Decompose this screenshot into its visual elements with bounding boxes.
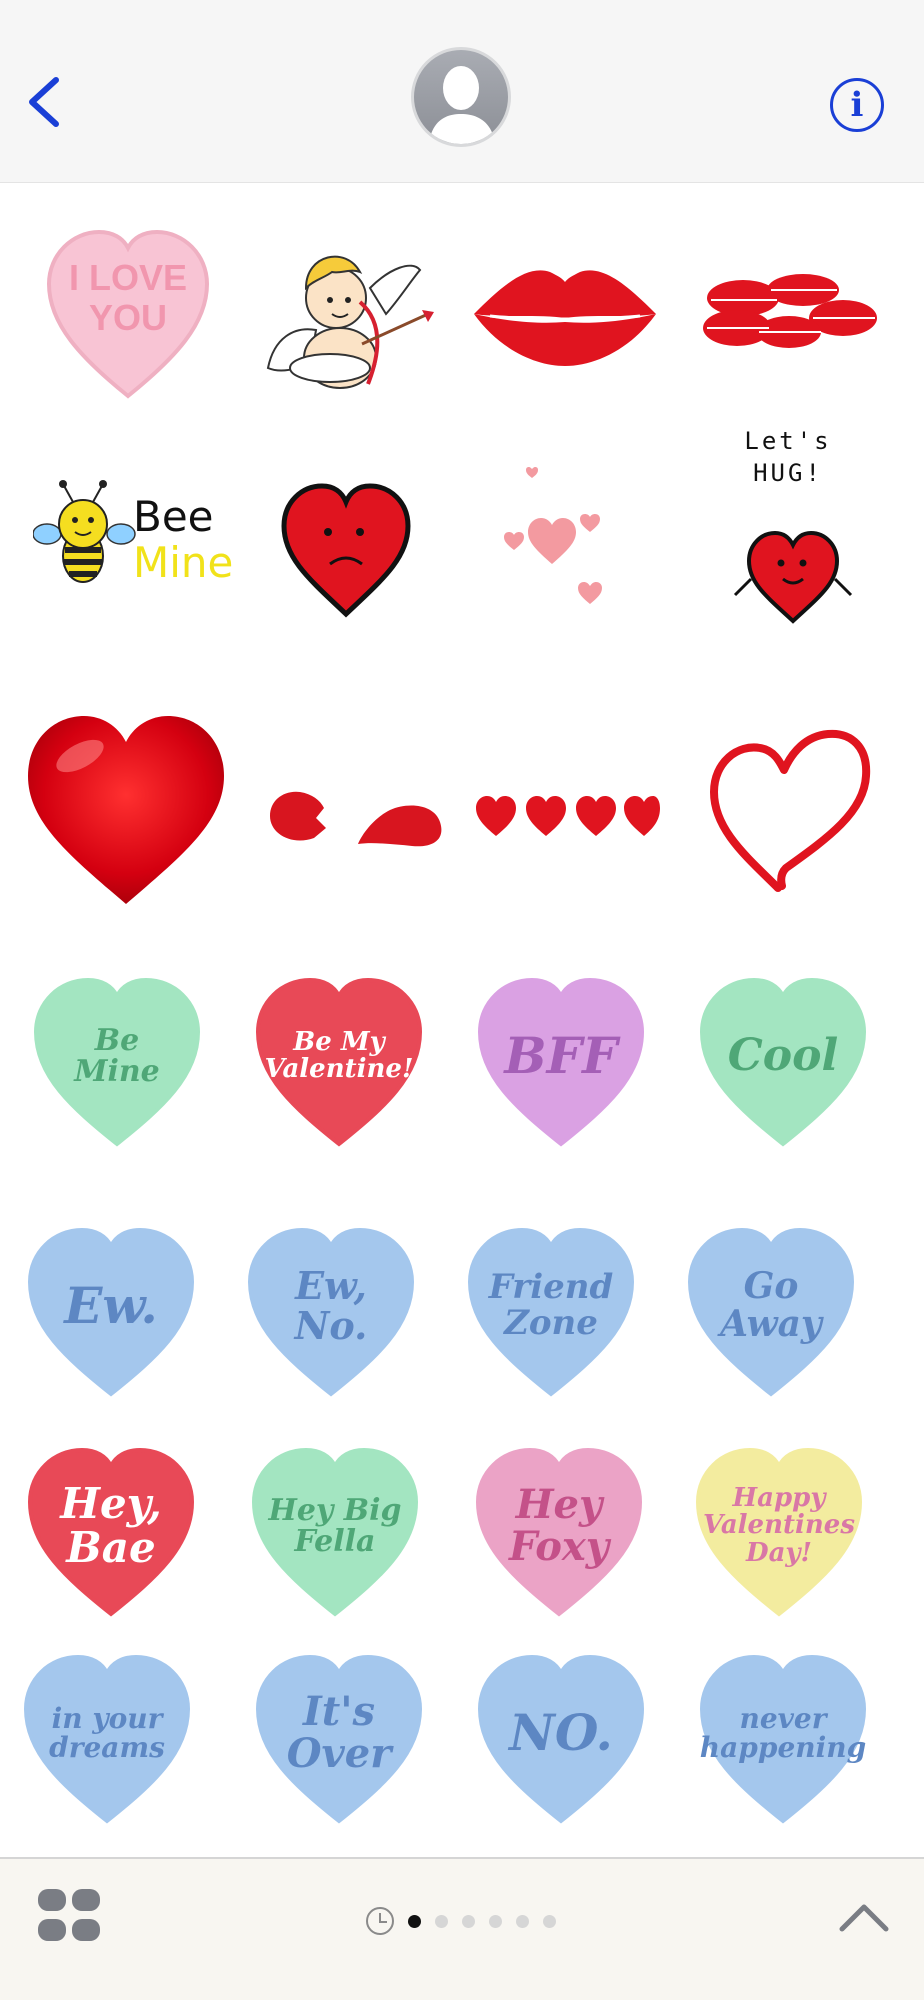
candy-heart-hey-bae[interactable]: Hey, Bae xyxy=(16,1438,206,1628)
person-silhouette-icon xyxy=(428,66,496,144)
hearts-icon xyxy=(504,467,602,604)
candy-heart-be-mine[interactable]: Be Mine xyxy=(22,968,212,1158)
sticker-sad-heart[interactable] xyxy=(270,462,460,652)
info-icon: i xyxy=(850,85,864,125)
sticker-floating-hearts[interactable] xyxy=(470,440,660,630)
candy-heart-no[interactable]: NO. xyxy=(466,1645,656,1835)
info-button[interactable]: i xyxy=(830,78,884,132)
candy-heart-ew[interactable]: Ew. xyxy=(16,1218,206,1408)
contact-avatar[interactable] xyxy=(411,47,511,147)
bee-word-2: Mine xyxy=(133,538,234,587)
app-grid-tile xyxy=(72,1889,100,1911)
sticker-cupid[interactable] xyxy=(250,218,440,408)
big-heart-icon xyxy=(28,716,224,904)
candy-heart-never-happening[interactable]: never happening xyxy=(688,1645,878,1835)
page-dot[interactable] xyxy=(543,1915,556,1928)
outline-heart-icon xyxy=(710,729,871,892)
candy-heart-text: Hey Big Fella xyxy=(268,1492,402,1559)
candy-heart-be-my-valentine[interactable]: Be My Valentine! xyxy=(244,968,434,1158)
sticker-four-hearts[interactable] xyxy=(470,718,660,908)
candy-heart-text: Hey, Bae xyxy=(60,1478,162,1572)
sticker-kisses[interactable] xyxy=(693,218,883,408)
app-grid-tile xyxy=(38,1919,66,1941)
sticker-lets-hug[interactable]: Let's HUG! xyxy=(693,425,883,624)
candy-heart-text: BFF xyxy=(504,1025,618,1085)
sticker-bee-mine[interactable]: Bee Mine xyxy=(33,440,234,630)
page-dot[interactable] xyxy=(435,1915,448,1928)
expand-button[interactable] xyxy=(838,1899,890,1935)
candy-heart-text: NO. xyxy=(509,1702,613,1762)
candy-heart-text: Go Away xyxy=(720,1265,822,1345)
candy-heart-text: Be My Valentine! xyxy=(264,1026,414,1084)
sticker-i-love-you[interactable]: I LOVE YOU xyxy=(33,218,223,408)
app-drawer-bar xyxy=(0,1857,924,2000)
app-grid-tile xyxy=(72,1919,100,1941)
conversation-header: i xyxy=(0,0,924,183)
kisses-icon xyxy=(703,274,877,348)
page-dot[interactable] xyxy=(516,1915,529,1928)
sad-heart-icon xyxy=(281,483,411,618)
chevron-left-icon xyxy=(29,77,59,127)
candy-heart-text: Hey Foxy xyxy=(509,1481,609,1570)
candy-heart-hey-big-fella[interactable]: Hey Big Fella xyxy=(240,1438,430,1628)
page-dot[interactable] xyxy=(462,1915,475,1928)
candy-heart-in-your-dreams[interactable]: in your dreams xyxy=(12,1645,202,1835)
sticker-big-red-heart[interactable] xyxy=(22,708,232,918)
clock-icon[interactable] xyxy=(366,1907,394,1935)
candy-heart-hey-foxy[interactable]: Hey Foxy xyxy=(464,1438,654,1628)
chevron-up-icon xyxy=(839,1904,889,1932)
page-dot[interactable] xyxy=(489,1915,502,1928)
bee-word-1: Bee xyxy=(133,492,214,541)
candy-heart-its-over[interactable]: It's Over xyxy=(244,1645,434,1835)
candy-heart-ew-no[interactable]: Ew, No. xyxy=(236,1218,426,1408)
broken-heart-icon xyxy=(270,791,442,847)
cupid-icon xyxy=(266,255,434,389)
candy-heart-cool[interactable]: Cool xyxy=(688,968,878,1158)
sticker-outline-heart[interactable] xyxy=(700,718,890,908)
candy-heart-bff[interactable]: BFF xyxy=(466,968,656,1158)
candy-heart-friend-zone[interactable]: Friend Zone xyxy=(456,1218,646,1408)
candy-heart-go-away[interactable]: Go Away xyxy=(676,1218,866,1408)
page-dot[interactable] xyxy=(408,1915,421,1928)
candy-heart-text: Cool xyxy=(727,1029,839,1081)
sticker-caption: Let's HUG! xyxy=(744,427,832,487)
candy-heart-text: Ew. xyxy=(64,1275,158,1335)
candy-heart-text: It's Over xyxy=(286,1688,392,1777)
candy-heart-text: Happy Valentines Day! xyxy=(703,1483,855,1568)
hug-heart-icon xyxy=(733,530,853,624)
candy-heart-text: never happening xyxy=(699,1701,867,1764)
back-button[interactable] xyxy=(22,72,72,132)
four-hearts-icon xyxy=(476,796,660,836)
sticker-broken-heart[interactable] xyxy=(262,718,452,908)
candy-heart-text: Ew, No. xyxy=(294,1263,368,1348)
candy-heart-text: Friend Zone xyxy=(488,1267,614,1343)
sticker-lips[interactable] xyxy=(470,218,660,408)
candy-heart-happy-valentines-day[interactable]: Happy Valentines Day! xyxy=(684,1438,874,1628)
app-grid-tile xyxy=(38,1889,66,1911)
candy-heart-text: in your dreams xyxy=(49,1701,165,1764)
lips-icon xyxy=(474,270,656,366)
app-grid-icon[interactable] xyxy=(38,1889,102,1945)
sticker-caption: I LOVE YOU xyxy=(68,257,188,338)
candy-heart-text: Be Mine xyxy=(74,1022,160,1089)
